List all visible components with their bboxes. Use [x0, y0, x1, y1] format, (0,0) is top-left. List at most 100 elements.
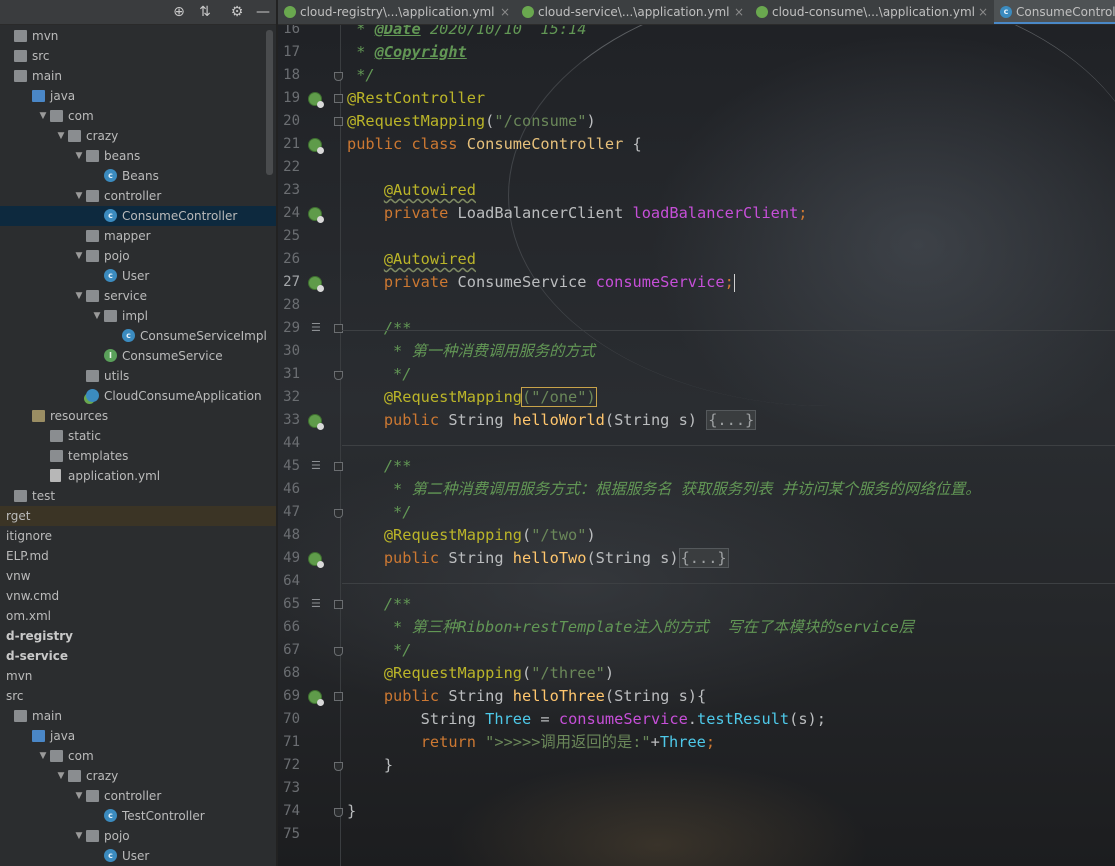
fold-end-icon[interactable]	[334, 371, 343, 380]
render-doc-icon[interactable]: ☰	[311, 321, 321, 334]
line-number[interactable]: 17	[278, 41, 300, 64]
line-number[interactable]: 30	[278, 340, 300, 363]
code-line[interactable]: * 第一种消费调用服务的方式	[347, 340, 595, 363]
tree-item[interactable]: test	[0, 486, 276, 506]
code-line[interactable]: */	[347, 64, 374, 87]
spring-bean-gutter-icon[interactable]	[308, 92, 324, 108]
fold-start-icon[interactable]	[334, 324, 343, 333]
tree-item[interactable]: java	[0, 726, 276, 746]
tree-item[interactable]: mvn	[0, 666, 276, 686]
expand-arrow-icon[interactable]: ▼	[74, 186, 84, 206]
line-number[interactable]: 23	[278, 179, 300, 202]
tree-item[interactable]: static	[0, 426, 276, 446]
expand-arrow-icon[interactable]: ▼	[74, 286, 84, 306]
target-icon[interactable]: ⊕	[171, 4, 187, 20]
code-line[interactable]: return ">>>>>调用返回的是:"+Three;	[347, 731, 715, 754]
expand-arrow-icon[interactable]: ▼	[56, 126, 66, 146]
folded-code-block[interactable]: {...}	[706, 410, 757, 430]
expand-arrow-icon[interactable]: ▼	[74, 826, 84, 846]
line-number[interactable]: 20	[278, 110, 300, 133]
line-number[interactable]: 28	[278, 294, 300, 317]
tree-item[interactable]: CloudConsumeApplication	[0, 386, 276, 406]
tree-item[interactable]: ▼ controller	[0, 186, 276, 206]
minimize-icon[interactable]: —	[255, 4, 271, 20]
line-number[interactable]: 67	[278, 639, 300, 662]
line-number[interactable]: 44	[278, 432, 300, 455]
line-number[interactable]: 46	[278, 478, 300, 501]
code-line[interactable]: * 第二种消费调用服务方式：根据服务名 获取服务列表 并访问某个服务的网络位置。	[347, 478, 981, 501]
close-tab-icon[interactable]: ×	[500, 0, 510, 24]
editor-tab[interactable]: c ConsumeController.java	[994, 0, 1115, 24]
code-line[interactable]: private LoadBalancerClient loadBalancerC…	[347, 202, 808, 225]
spring-bean-gutter-icon[interactable]	[308, 690, 324, 706]
line-number[interactable]: 66	[278, 616, 300, 639]
code-line[interactable]: private ConsumeService consumeService;	[347, 271, 735, 294]
expand-arrow-icon[interactable]: ▼	[74, 246, 84, 266]
line-number[interactable]: 74	[278, 800, 300, 823]
code-line[interactable]: */	[347, 639, 411, 662]
tree-item[interactable]: ▼ impl	[0, 306, 276, 326]
line-number[interactable]: 33	[278, 409, 300, 432]
code-line[interactable]: @Autowired	[347, 248, 476, 271]
tree-item[interactable]: c ConsumeController	[0, 206, 276, 226]
tree-item[interactable]: ▼ crazy	[0, 126, 276, 146]
line-number[interactable]: 49	[278, 547, 300, 570]
code-line[interactable]: }	[347, 800, 356, 823]
spring-bean-gutter-icon[interactable]	[308, 414, 324, 430]
tree-item[interactable]: main	[0, 66, 276, 86]
expand-arrow-icon[interactable]: ▼	[74, 786, 84, 806]
fold-end-icon[interactable]	[334, 72, 343, 81]
fold-end-icon[interactable]	[334, 762, 343, 771]
line-number[interactable]: 70	[278, 708, 300, 731]
line-number[interactable]: 69	[278, 685, 300, 708]
tree-item[interactable]: ▼ service	[0, 286, 276, 306]
tree-item[interactable]: I ConsumeService	[0, 346, 276, 366]
line-number[interactable]: 27	[278, 271, 300, 294]
code-line[interactable]: * 第三种Ribbon+restTemplate注入的方式 写在了本模块的ser…	[347, 616, 914, 639]
line-number[interactable]: 19	[278, 87, 300, 110]
code-line[interactable]: /**	[347, 593, 412, 616]
line-number[interactable]: 73	[278, 777, 300, 800]
code-line[interactable]: * @Date 2020/10/10 15:14	[347, 25, 586, 41]
line-number[interactable]: 32	[278, 386, 300, 409]
line-number[interactable]: 64	[278, 570, 300, 593]
line-number[interactable]: 29	[278, 317, 300, 340]
line-number[interactable]: 48	[278, 524, 300, 547]
tree-item[interactable]: src	[0, 46, 276, 66]
tree-item[interactable]: ▼ com	[0, 106, 276, 126]
tree-item[interactable]: mapper	[0, 226, 276, 246]
tree-item[interactable]: resources	[0, 406, 276, 426]
line-number[interactable]: 25	[278, 225, 300, 248]
fold-start-icon[interactable]	[334, 600, 343, 609]
tree-item[interactable]: d-service	[0, 646, 276, 666]
close-tab-icon[interactable]: ×	[978, 0, 988, 24]
render-doc-icon[interactable]: ☰	[311, 459, 321, 472]
tree-item[interactable]: ▼ crazy	[0, 766, 276, 786]
render-doc-icon[interactable]: ☰	[311, 597, 321, 610]
tree-item[interactable]: src	[0, 686, 276, 706]
line-number[interactable]: 22	[278, 156, 300, 179]
spring-bean-gutter-icon[interactable]	[308, 138, 324, 154]
tree-item[interactable]: c User	[0, 266, 276, 286]
line-number[interactable]: 26	[278, 248, 300, 271]
code-line[interactable]: }	[347, 754, 393, 777]
editor-tab[interactable]: cloud-consume\...\application.yml ×	[750, 0, 992, 24]
tree-item[interactable]: vnw.cmd	[0, 586, 276, 606]
line-number[interactable]: 75	[278, 823, 300, 846]
code-line[interactable]: */	[347, 363, 411, 386]
line-number[interactable]: 45	[278, 455, 300, 478]
gear-icon[interactable]: ⚙	[229, 4, 245, 20]
code-line[interactable]: public String helloTwo(String s) {...}	[347, 547, 729, 570]
spring-bean-gutter-icon[interactable]	[308, 276, 324, 292]
code-line[interactable]: @RequestMapping("/one")	[347, 386, 597, 409]
line-number[interactable]: 21	[278, 133, 300, 156]
line-number[interactable]: 24	[278, 202, 300, 225]
tree-item[interactable]: ▼ com	[0, 746, 276, 766]
code-line[interactable]: /**	[347, 455, 412, 478]
code-line[interactable]: @RequestMapping("/three")	[347, 662, 614, 685]
fold-end-icon[interactable]	[334, 808, 343, 817]
editor-tab[interactable]: cloud-registry\...\application.yml ×	[278, 0, 514, 24]
collapse-all-icon[interactable]: ⇅	[197, 4, 213, 20]
code-line[interactable]: /**	[347, 317, 412, 340]
code-line[interactable]: public String helloWorld(String s) {...}	[347, 409, 757, 432]
